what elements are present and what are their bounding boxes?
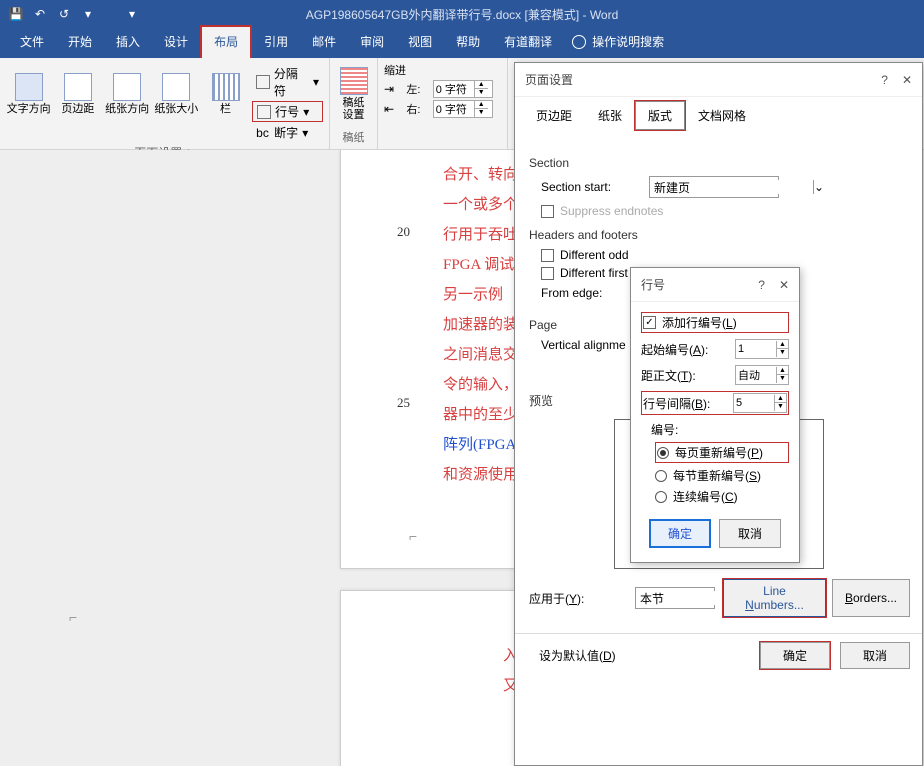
ribbon-tabs: 文件 开始 插入 设计 布局 引用 邮件 审阅 视图 帮助 有道翻译 操作说明搜… (0, 28, 924, 58)
tab-paper[interactable]: 纸张 (585, 101, 635, 130)
vertical-alignment-label: Vertical alignme (541, 338, 641, 352)
from-edge-label: From edge: (541, 286, 641, 300)
tab-layout-dlg[interactable]: 版式 (635, 101, 685, 130)
from-text-spinner[interactable]: ▲▼ (735, 365, 789, 385)
hyphenation-button[interactable]: bc断字▾ (252, 123, 323, 142)
close-icon[interactable]: ✕ (902, 73, 912, 87)
tab-margins[interactable]: 页边距 (523, 101, 585, 130)
close-icon[interactable]: ✕ (779, 278, 789, 292)
columns-button[interactable]: 栏 (203, 62, 248, 126)
set-default-button[interactable]: 设为默认值(D) (527, 643, 628, 668)
continuous-radio[interactable]: 连续编号(C) (655, 488, 789, 505)
start-at-label: 起始编号(A): (641, 341, 729, 358)
breaks-button[interactable]: 分隔符▾ (252, 64, 323, 100)
orientation-button[interactable]: 纸张方向 (104, 62, 149, 126)
indent-right-label: 右: (406, 101, 428, 117)
tab-view[interactable]: 视图 (396, 27, 444, 58)
qat-dropdown-icon[interactable]: ▾ (78, 4, 98, 24)
chevron-down-icon: ▾ (303, 105, 309, 119)
tab-youdao[interactable]: 有道翻译 (492, 27, 564, 58)
indent-right-spinner[interactable]: ▲▼ (433, 100, 493, 118)
tab-layout[interactable]: 布局 (200, 25, 252, 58)
quick-access-toolbar: 💾 ↶ ↺ ▾ ▾ (6, 4, 142, 24)
section-start-combo[interactable]: ⌄ (649, 176, 779, 198)
line-numbers-cancel-button[interactable]: 取消 (719, 519, 781, 548)
indent-left-label: 左: (406, 81, 428, 97)
help-icon[interactable]: ? (881, 73, 888, 87)
section-start-label: Section start: (541, 180, 641, 194)
line-numbers-dialog: 行号 ? ✕ ✓ 添加行编号(L) 起始编号(A): ▲▼ 距正文(T): ▲▼… (630, 267, 800, 563)
add-line-numbering-checkbox[interactable]: ✓ 添加行编号(L) (641, 312, 789, 333)
tab-design[interactable]: 设计 (152, 27, 200, 58)
page-setup-ok-button[interactable]: 确定 (760, 642, 830, 669)
apply-to-combo[interactable]: ⌄ (635, 587, 715, 609)
title-bar: 💾 ↶ ↺ ▾ ▾ AGP198605647GB外内翻译带行号.docx [兼容… (0, 0, 924, 28)
section-header: Section (529, 156, 910, 170)
line-number-20: 20 (397, 224, 410, 240)
from-text-label: 距正文(T): (641, 367, 729, 384)
borders-button[interactable]: Borders... (832, 579, 910, 617)
margin-mark-icon: ⌐ (409, 528, 417, 544)
page-setup-title: 页面设置 (525, 71, 573, 88)
line-numbers-dlg-button[interactable]: Line Numbers... (723, 579, 826, 617)
redo-icon[interactable]: ↺ (54, 4, 74, 24)
count-by-label: 行号间隔(B): (643, 395, 727, 412)
line-numbers-ok-button[interactable]: 确定 (649, 519, 711, 548)
tell-me[interactable]: 操作说明搜索 (572, 33, 664, 58)
tab-references[interactable]: 引用 (252, 27, 300, 58)
tab-mailings[interactable]: 邮件 (300, 27, 348, 58)
indent-header: 缩进 (384, 62, 501, 78)
numbering-header: 编号: (651, 421, 789, 438)
lightbulb-icon (572, 35, 586, 49)
tab-grid[interactable]: 文档网格 (685, 101, 759, 130)
manuscript-group-label: 稿纸 (336, 127, 371, 147)
count-by-spinner[interactable]: ▲▼ (733, 393, 787, 413)
indent-left-icon: ⇥ (384, 82, 402, 96)
size-button[interactable]: 纸张大小 (154, 62, 199, 126)
start-at-spinner[interactable]: ▲▼ (735, 339, 789, 359)
restart-each-section-radio[interactable]: 每节重新编号(S) (655, 467, 789, 484)
chevron-down-icon: ▾ (302, 126, 308, 140)
qat-more-icon[interactable]: ▾ (122, 4, 142, 24)
tab-home[interactable]: 开始 (56, 27, 104, 58)
headers-footers-header: Headers and footers (529, 228, 910, 242)
tab-file[interactable]: 文件 (8, 27, 56, 58)
margin-mark-icon: ⌐ (69, 609, 77, 625)
window-title: AGP198605647GB外内翻译带行号.docx [兼容模式] - Word (306, 6, 619, 23)
text-direction-button[interactable]: 文字方向 (6, 62, 51, 126)
restart-each-page-radio[interactable]: 每页重新编号(P) (655, 442, 789, 463)
save-icon[interactable]: 💾 (6, 4, 26, 24)
chevron-down-icon[interactable]: ⌄ (813, 180, 824, 194)
undo-icon[interactable]: ↶ (30, 4, 50, 24)
tab-review[interactable]: 审阅 (348, 27, 396, 58)
indent-right-icon: ⇤ (384, 102, 402, 116)
suppress-endnotes-checkbox[interactable]: Suppress endnotes (541, 204, 910, 218)
page-setup-cancel-button[interactable]: 取消 (840, 642, 910, 669)
line-number-25: 25 (397, 395, 410, 411)
line-numbers-title: 行号 (641, 276, 665, 293)
tab-help[interactable]: 帮助 (444, 27, 492, 58)
checkbox-checked-icon: ✓ (643, 316, 656, 329)
indent-left-spinner[interactable]: ▲▼ (433, 80, 493, 98)
chevron-down-icon: ▾ (313, 75, 319, 89)
tab-insert[interactable]: 插入 (104, 27, 152, 58)
help-icon[interactable]: ? (758, 278, 765, 292)
apply-to-label: 应用于(Y): (529, 590, 629, 607)
different-odd-checkbox[interactable]: Different odd (541, 248, 910, 262)
manuscript-button[interactable]: 稿纸 设置 (336, 62, 371, 126)
margins-button[interactable]: 页边距 (55, 62, 100, 126)
line-numbers-button[interactable]: 行号▾ (252, 101, 323, 122)
tell-me-label: 操作说明搜索 (592, 33, 664, 50)
page-setup-tabs: 页边距 纸张 版式 文档网格 (523, 101, 914, 130)
